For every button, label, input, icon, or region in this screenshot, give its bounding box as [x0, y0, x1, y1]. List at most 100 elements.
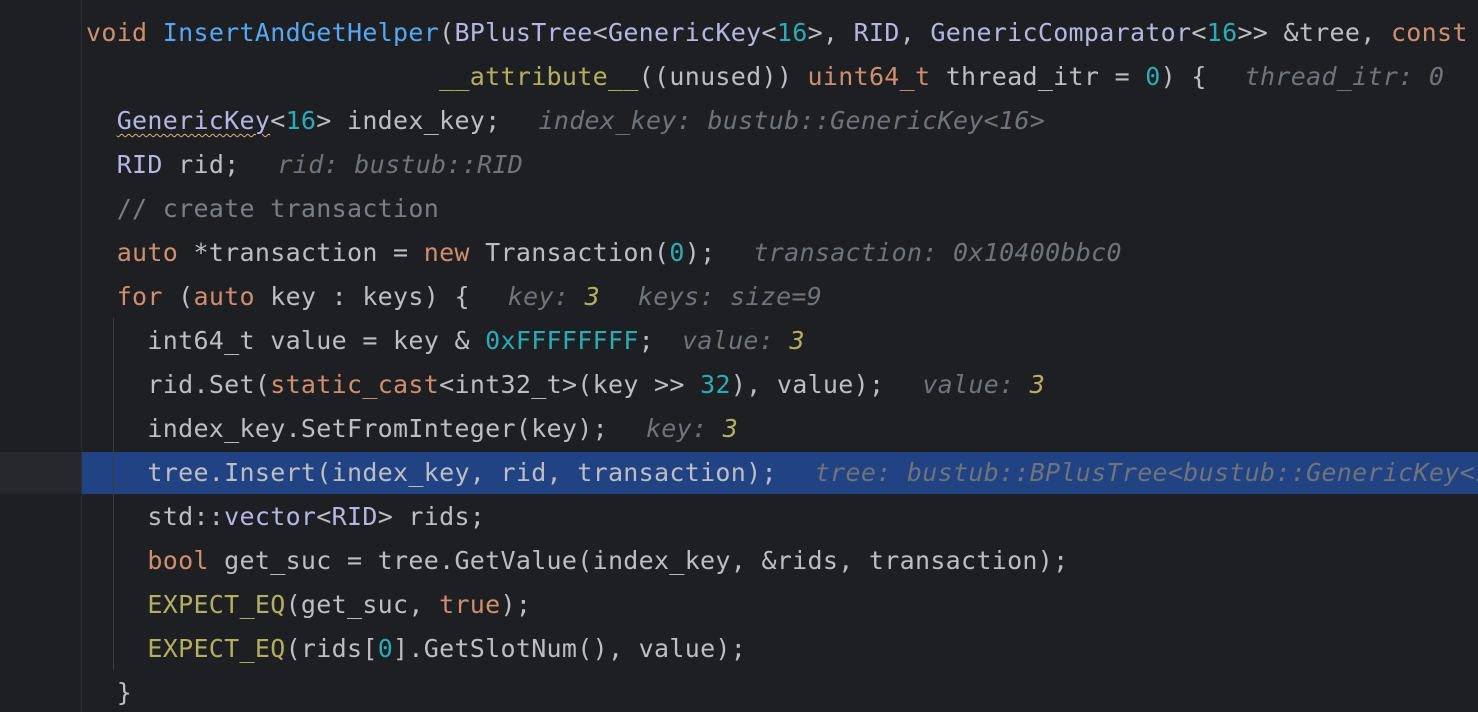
token-punct: , [899, 18, 931, 47]
token-comment: // create transaction [86, 194, 440, 223]
token-class: Transaction [485, 238, 655, 267]
token-number: 0 [1145, 62, 1161, 91]
code-line-close-brace[interactable]: } [86, 671, 1478, 712]
token-punct: ); [684, 238, 716, 267]
inline-debug-hint: rid: bustub::RID [277, 150, 524, 179]
token-method: GetSlotNum [423, 634, 578, 663]
token-text: (index_key, &rids, transaction); [577, 546, 1069, 575]
token-punct: ( [162, 282, 194, 311]
token-method: Set [208, 370, 255, 399]
token-text: >> &tree, [1237, 18, 1391, 47]
token-text: *transaction = [178, 238, 424, 267]
code-line-comment[interactable]: // create transaction [86, 187, 1478, 231]
token-text: ), value); [730, 370, 885, 399]
token-method: SetFromInteger [300, 414, 516, 443]
gutter-divider [81, 0, 82, 712]
token-number: 16 [285, 106, 317, 135]
code-line-expect-suc[interactable]: EXPECT_EQ(get_suc, true); [86, 583, 1478, 627]
token-number: 0 [377, 634, 394, 663]
inline-debug-hint-key: key: [507, 282, 585, 311]
token-keyword: static_cast [270, 370, 440, 399]
token-text: rid. [86, 370, 209, 399]
token-function-name: InsertAndGetHelper [162, 18, 440, 47]
code-line-tree-insert[interactable]: tree.Insert(index_key, rid, transaction)… [86, 451, 1478, 495]
token-number: 32 [700, 370, 731, 399]
token-number: 0 [669, 238, 685, 267]
inline-debug-hint: tree: bustub::BPlusTree<bustub::GenericK… [814, 458, 1478, 487]
token-keyword: const [1390, 18, 1468, 47]
token-keyword: for [116, 282, 163, 311]
token-text: rid; [162, 150, 240, 179]
code-line-for-loop[interactable]: for (auto key : keys) { key: 3 keys: size=… [86, 275, 1478, 319]
token-punct: < [439, 370, 455, 399]
token-number: 16 [1206, 18, 1238, 47]
token-punct: ]. [393, 634, 424, 663]
token-type: GenericComparator [930, 18, 1192, 47]
token-keyword: auto [193, 282, 255, 311]
code-line-rid-set[interactable]: rid.Set(static_cast<int32_t>(key >> 32),… [86, 363, 1478, 407]
token-text: index_key. [86, 414, 301, 443]
token-number: 0xFFFFFFFF [485, 326, 639, 355]
code-line-get-value[interactable]: bool get_suc = tree.GetValue(index_key, … [86, 539, 1478, 583]
inline-debug-hint: value: [682, 326, 790, 355]
token-punct: ( [654, 238, 670, 267]
token-punct: ( [254, 370, 271, 399]
inline-debug-value: 3 [789, 326, 805, 355]
token-punct: ( [439, 18, 455, 47]
code-lines[interactable]: void InsertAndGetHelper(BPlusTree<Generi… [86, 11, 1478, 712]
token-text: > index_key; [316, 106, 501, 135]
token-keyword: true [439, 590, 501, 619]
code-line-rids-vector[interactable]: std::vector<RID> rids; [86, 495, 1478, 539]
token-type: GenericKey [607, 18, 762, 47]
token-text: (), value); [577, 634, 747, 663]
code-editor[interactable]: void InsertAndGetHelper(BPlusTree<Generi… [0, 0, 1478, 712]
token-type: RID [116, 150, 163, 179]
token-text: (index_key, rid, transaction); [316, 458, 777, 487]
code-line-transaction[interactable]: auto *transaction = new Transaction(0); t… [86, 231, 1478, 275]
token-keyword: void [86, 18, 148, 47]
token-text: tree. [86, 458, 225, 487]
token-macro: EXPECT_EQ [147, 634, 286, 663]
token-macro: __attribute__ [439, 62, 639, 91]
code-line-index-key[interactable]: GenericKey<16> index_key; index_key: bust… [86, 99, 1478, 143]
token-punct: < [592, 18, 608, 47]
token-punct: ; [638, 326, 655, 355]
editor-gutter[interactable] [0, 0, 82, 712]
code-line-signature-cont[interactable]: __attribute__((unused)) uint64_t thread_… [86, 55, 1478, 99]
token-macro: EXPECT_EQ [147, 590, 286, 619]
token-text: key : keys) { [254, 282, 470, 311]
token-keyword: auto [116, 238, 179, 267]
token-punct: ); [500, 590, 532, 619]
token-type: BPlusTree [454, 18, 593, 47]
token-text: (rids[ [285, 634, 378, 663]
code-line-expect-slot[interactable]: EXPECT_EQ(rids[0].GetSlotNum(), value); [86, 627, 1478, 671]
token-punct: } [86, 678, 133, 707]
inline-debug-hint-keys: keys: size=9 [637, 282, 823, 311]
token-text: get_suc = tree. [208, 546, 455, 575]
token-keyword: new [423, 238, 470, 267]
token-text: (key); [515, 414, 608, 443]
token-type: RID [331, 502, 378, 531]
token-text: value = key & [254, 326, 486, 355]
inline-debug-hint: transaction: 0x10400bbc0 [753, 238, 1122, 267]
token-type: RID [853, 18, 900, 47]
code-line-value[interactable]: int64_t value = key & 0xFFFFFFFF; value: … [86, 319, 1478, 363]
inline-debug-hint: thread_itr: 0 [1244, 62, 1445, 91]
code-line-rid[interactable]: RID rid; rid: bustub::RID [86, 143, 1478, 187]
code-line-set-from-integer[interactable]: index_key.SetFromInteger(key); key: 3 [86, 407, 1478, 451]
token-punct: < [316, 502, 332, 531]
token-text: (get_suc, [285, 590, 440, 619]
inline-debug-value: 3 [1029, 370, 1046, 399]
inline-debug-value: 3 [584, 282, 600, 311]
code-line-signature[interactable]: void InsertAndGetHelper(BPlusTree<Generi… [86, 11, 1478, 55]
token-type-warning[interactable]: GenericKey [117, 106, 271, 135]
token-text: ((unused)) [638, 62, 808, 91]
token-punct: < [761, 18, 777, 47]
